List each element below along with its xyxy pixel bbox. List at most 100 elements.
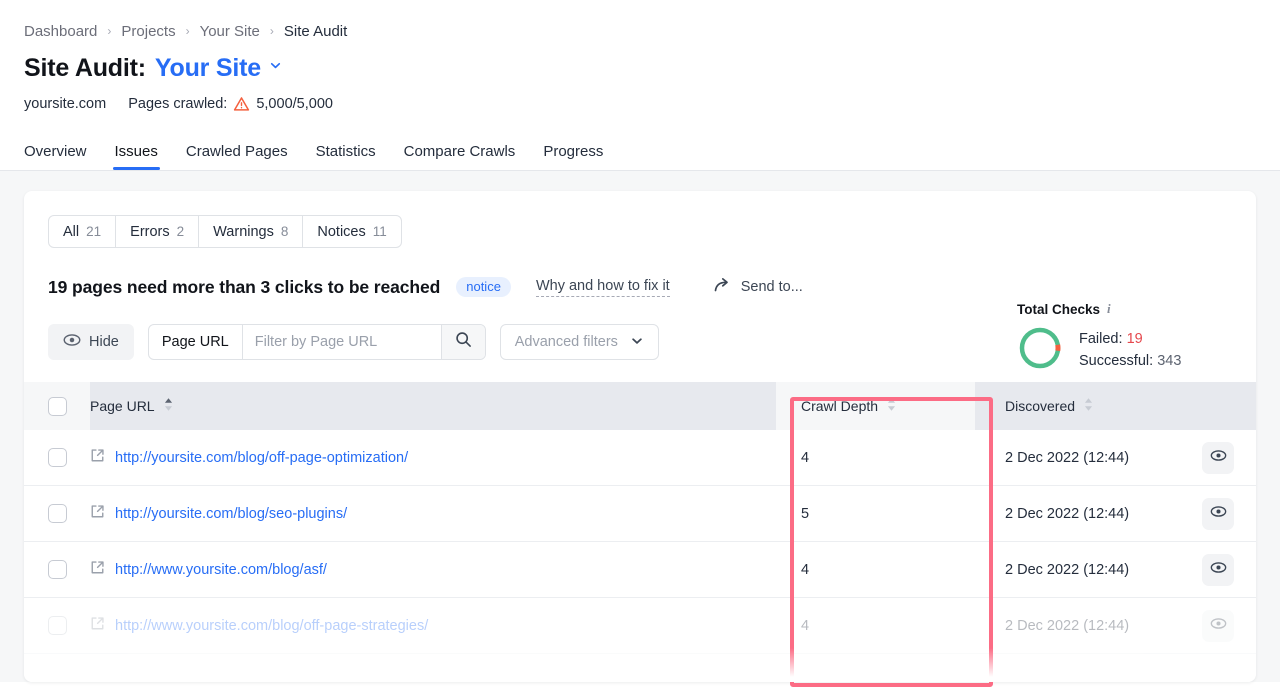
filter-warnings-count: 8 <box>280 224 289 239</box>
chevron-down-icon <box>630 334 644 351</box>
tab-progress[interactable]: Progress <box>543 143 603 170</box>
tab-crawled-pages[interactable]: Crawled Pages <box>186 143 288 170</box>
tab-issues[interactable]: Issues <box>112 143 161 170</box>
cell-actions <box>1180 497 1256 530</box>
advanced-filters-label: Advanced filters <box>514 334 618 350</box>
issues-card: All 21 Errors 2 Warnings 8 Notices 11 19… <box>24 191 1256 682</box>
hide-label: Hide <box>89 334 119 350</box>
table-row[interactable]: http://www.yoursite.com/blog/asf/ 4 2 De… <box>24 542 1256 598</box>
cell-crawl-depth: 4 <box>801 561 810 578</box>
select-all-checkbox[interactable] <box>47 396 67 416</box>
issue-title: 19 pages need more than 3 clicks to be r… <box>48 276 441 297</box>
eye-icon <box>1210 449 1227 467</box>
why-and-how-to-fix-link[interactable]: Why and how to fix it <box>535 278 670 297</box>
column-label-crawl-depth: Crawl Depth <box>801 398 879 414</box>
row-select-cell <box>24 448 90 467</box>
filter-all-count: 21 <box>86 224 102 239</box>
column-header-discovered[interactable]: Discovered <box>975 382 1180 430</box>
row-checkbox[interactable] <box>47 504 67 523</box>
breadcrumb-item-projects[interactable]: Projects <box>121 23 175 40</box>
tab-overview[interactable]: Overview <box>24 143 87 170</box>
sort-icon[interactable] <box>886 397 897 415</box>
eye-icon <box>1210 561 1227 579</box>
successful-line: Successful: 343 <box>1079 351 1181 373</box>
filter-warnings[interactable]: Warnings 8 <box>199 216 304 247</box>
page-url-link[interactable]: http://yoursite.com/blog/seo-plugins/ <box>115 506 347 522</box>
column-label-page-url: Page URL <box>90 398 155 414</box>
failed-line: Failed: 19 <box>1079 329 1181 351</box>
tab-statistics[interactable]: Statistics <box>316 143 376 170</box>
checks-figures: Failed: 19 Successful: 343 <box>1079 329 1181 373</box>
cell-crawl-depth: 4 <box>801 449 810 466</box>
project-selector[interactable]: Your Site <box>155 54 261 83</box>
column-header-page-url[interactable]: Page URL <box>90 397 776 415</box>
page-url-link[interactable]: http://www.yoursite.com/blog/off-page-st… <box>115 618 428 634</box>
column-header-crawl-depth[interactable]: Crawl Depth <box>776 382 975 430</box>
page-title-row: Site Audit: Your Site <box>24 53 1256 83</box>
search-input[interactable] <box>242 325 441 359</box>
external-link-icon[interactable] <box>90 448 105 468</box>
cell-actions <box>1180 609 1256 642</box>
column-header-actions <box>1180 382 1256 430</box>
cell-page-url: http://www.yoursite.com/blog/off-page-st… <box>90 616 776 636</box>
failed-value: 19 <box>1126 330 1143 347</box>
send-to-label: Send to... <box>740 279 803 295</box>
table-row[interactable]: http://www.yoursite.com/blog/off-page-st… <box>24 598 1256 654</box>
page-url-link[interactable]: http://www.yoursite.com/blog/asf/ <box>115 562 327 578</box>
row-select-cell <box>24 560 90 579</box>
filter-all[interactable]: All 21 <box>49 216 117 247</box>
eye-icon <box>1210 617 1227 635</box>
search-button[interactable] <box>440 325 485 359</box>
sort-icon[interactable] <box>163 397 174 415</box>
cell-page-url: http://yoursite.com/blog/off-page-optimi… <box>90 448 776 468</box>
breadcrumb-separator-icon: › <box>185 24 190 38</box>
pages-crawled: Pages crawled: 5,000/5,000 <box>128 96 333 112</box>
filter-notices[interactable]: Notices 11 <box>303 216 400 247</box>
warning-triangle-icon <box>233 96 250 112</box>
page-url-link[interactable]: http://yoursite.com/blog/off-page-optimi… <box>115 450 408 466</box>
tab-compare-crawls[interactable]: Compare Crawls <box>404 143 516 170</box>
view-button[interactable] <box>1202 609 1234 642</box>
total-checks-title: Total Checks <box>1017 301 1101 317</box>
column-label-discovered: Discovered <box>1005 398 1076 414</box>
table-row[interactable]: http://yoursite.com/blog/seo-plugins/ 5 … <box>24 486 1256 542</box>
total-checks-panel: Total Checks i Failed: 19 Successful: 34… <box>1017 301 1232 376</box>
issue-type-filter: All 21 Errors 2 Warnings 8 Notices 11 <box>48 215 402 248</box>
filter-errors-label: Errors <box>130 223 170 240</box>
cell-actions <box>1180 441 1256 474</box>
breadcrumb-item-dashboard[interactable]: Dashboard <box>24 23 97 40</box>
row-select-cell <box>24 504 90 523</box>
row-checkbox[interactable] <box>47 560 67 579</box>
hide-button[interactable]: Hide <box>48 324 134 360</box>
table-row[interactable]: http://yoursite.com/blog/off-page-optimi… <box>24 430 1256 486</box>
cell-crawl-depth: 4 <box>801 617 810 634</box>
chevron-down-icon[interactable] <box>268 58 283 77</box>
view-button[interactable] <box>1202 441 1234 474</box>
external-link-icon[interactable] <box>90 616 105 636</box>
filter-errors[interactable]: Errors 2 <box>116 216 200 247</box>
total-checks-header: Total Checks i <box>1017 301 1232 317</box>
advanced-filters-dropdown[interactable]: Advanced filters <box>499 324 659 360</box>
cell-actions <box>1180 553 1256 586</box>
url-scope-selector[interactable]: Page URL <box>149 325 243 359</box>
issue-headline-row: 19 pages need more than 3 clicks to be r… <box>48 274 1232 300</box>
total-checks-body: Failed: 19 Successful: 343 <box>1017 325 1232 376</box>
table-header-row: Page URL Crawl Depth Discovered <box>24 382 1256 430</box>
view-button[interactable] <box>1202 497 1234 530</box>
cell-page-url: http://yoursite.com/blog/seo-plugins/ <box>90 504 776 524</box>
row-checkbox[interactable] <box>47 448 67 467</box>
select-all-cell <box>24 382 90 430</box>
share-arrow-icon <box>714 277 732 297</box>
filter-warnings-label: Warnings <box>213 223 274 240</box>
main-tabs: Overview Issues Crawled Pages Statistics… <box>24 135 1256 170</box>
external-link-icon[interactable] <box>90 504 105 524</box>
view-button[interactable] <box>1202 553 1234 586</box>
row-checkbox[interactable] <box>47 616 67 635</box>
cell-discovered: 2 Dec 2022 (12:44) <box>1005 449 1130 466</box>
sort-icon[interactable] <box>1083 397 1094 415</box>
external-link-icon[interactable] <box>90 560 105 580</box>
send-to-button[interactable]: Send to... <box>714 277 803 297</box>
info-icon[interactable]: i <box>1107 301 1111 317</box>
breadcrumb-item-your-site[interactable]: Your Site <box>200 23 260 40</box>
pages-crawled-value: 5,000/5,000 <box>256 96 333 112</box>
